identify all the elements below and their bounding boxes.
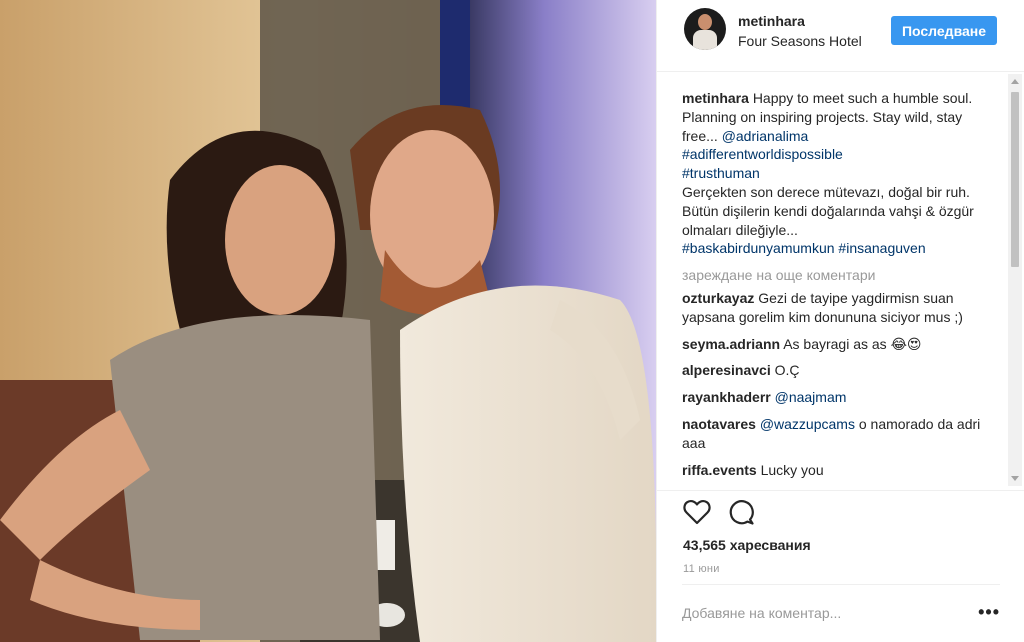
caption-hashtag[interactable]: #insanaguven — [838, 240, 925, 256]
caption-mention[interactable]: @adrianalima — [722, 128, 809, 144]
comment-username[interactable]: riffa.events — [682, 462, 757, 478]
post-sidebar: metinhara Four Seasons Hotel Последване … — [656, 0, 1024, 642]
post-header: metinhara Four Seasons Hotel Последване — [657, 0, 1024, 72]
caption-username[interactable]: metinhara — [682, 90, 749, 106]
likes-count[interactable]: 43,565 харесвания — [683, 537, 811, 553]
author-location[interactable]: Four Seasons Hotel — [738, 33, 873, 49]
comment: alperesinavci O.Ç — [682, 361, 1000, 380]
scroll-up-icon[interactable] — [1011, 79, 1019, 84]
comments-scrollbar[interactable] — [1008, 74, 1022, 486]
comment-username[interactable]: naotavares — [682, 416, 756, 432]
comment-username[interactable]: rayankhaderr — [682, 389, 771, 405]
comment-text: O.Ç — [774, 362, 800, 379]
comment: naotavares @wazzupcams o namorado da adr… — [682, 415, 1000, 453]
instagram-post: metinhara Four Seasons Hotel Последване … — [0, 0, 1024, 642]
caption-hashtag[interactable]: #trusthuman — [682, 165, 760, 181]
avatar[interactable] — [684, 8, 726, 50]
comment: riffa.events Lucky you — [682, 461, 1000, 480]
comment-text: Lucky you — [760, 461, 824, 478]
comment-username[interactable]: seyma.adriann — [682, 336, 780, 352]
caption-translation: Gerçekten son derece mütevazı, doğal bir… — [682, 183, 974, 238]
caption: metinhara Happy to meet such a humble so… — [682, 89, 1000, 258]
load-more-comments[interactable]: зареждане на още коментари — [682, 266, 1000, 285]
comment: rayankhaderr @naajmam — [682, 388, 1000, 407]
add-comment-bar: ••• — [682, 584, 1000, 642]
more-options-icon[interactable]: ••• — [978, 603, 1000, 621]
comment-icon[interactable] — [728, 499, 754, 525]
scrollbar-thumb[interactable] — [1011, 92, 1019, 267]
post-date[interactable]: 11 юни — [683, 563, 720, 575]
comment-text: As bayragi as as 😂😍 — [783, 335, 922, 352]
comment-mention[interactable]: @naajmam — [775, 389, 847, 405]
post-actions: 43,565 харесвания 11 юни — [657, 490, 1024, 590]
post-photo[interactable] — [0, 0, 656, 642]
comment: ozturkayaz Gezi de tayipe yagdirmisn sua… — [682, 289, 1000, 327]
caption-hashtag[interactable]: #adifferentworldispossible — [682, 146, 843, 162]
add-comment-input[interactable] — [682, 605, 942, 621]
author-username[interactable]: metinhara — [738, 13, 805, 29]
scroll-down-icon[interactable] — [1011, 476, 1019, 481]
heart-icon[interactable] — [683, 499, 711, 525]
comment-mention[interactable]: @wazzupcams — [760, 416, 855, 432]
comment-username[interactable]: ozturkayaz — [682, 290, 754, 306]
avatar-body — [693, 30, 717, 50]
avatar-head — [698, 14, 712, 30]
comments-list: metinhara Happy to meet such a humble so… — [682, 89, 1000, 487]
photo-illustration — [0, 0, 656, 642]
comment: seyma.adriann As bayragi as as 😂😍 — [682, 335, 1000, 354]
follow-button[interactable]: Последване — [891, 16, 997, 45]
caption-hashtag[interactable]: #baskabirdunyamumkun — [682, 240, 835, 256]
comment-username[interactable]: alperesinavci — [682, 362, 771, 378]
